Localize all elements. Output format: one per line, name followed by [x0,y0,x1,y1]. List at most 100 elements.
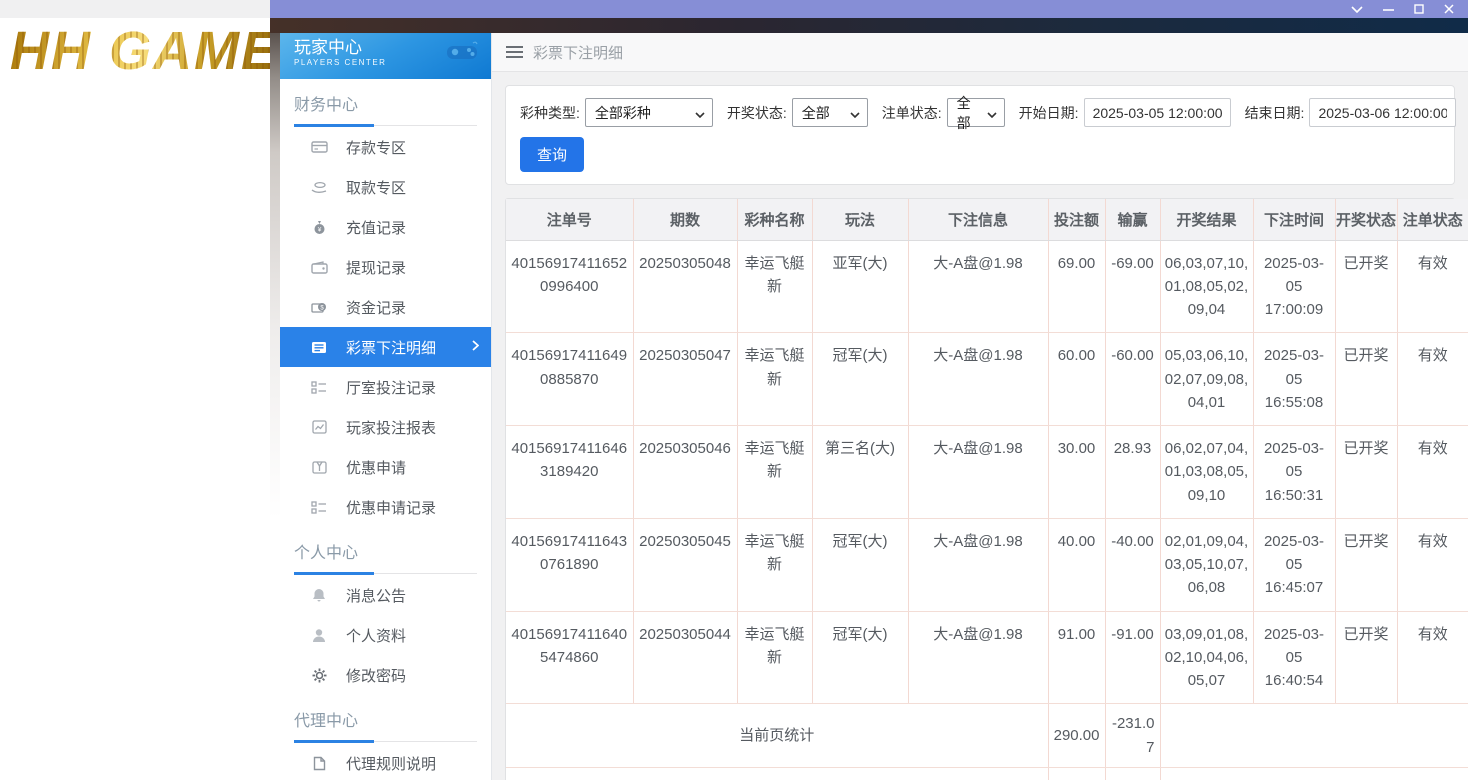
lottery-type-select[interactable]: 全部彩种 [585,98,713,127]
caret-down-icon [987,105,997,121]
sidebar-item-profile[interactable]: 个人资料 [280,615,491,655]
page-summary-row: 当前页统计 290.00 -231.07 [506,704,1468,768]
section-finance: 财务中心 [294,87,477,127]
top-banner-strip [270,18,1468,33]
sidebar-item-funds-records[interactable]: $ 资金记录 [280,287,491,327]
sidebar-item-announcements[interactable]: 消息公告 [280,575,491,615]
hh-game-logo: HH GAME [10,20,279,82]
cell-winloss: -40.00 [1105,518,1160,611]
cell-draw-status: 已开奖 [1335,426,1397,519]
query-button[interactable]: 查询 [520,137,584,172]
cell-order-id: 401569174116430761890 [506,518,633,611]
cell-bet-amount: 60.00 [1048,333,1105,426]
cell-bet-time: 2025-03-05 16:55:08 [1253,333,1335,426]
start-date-input[interactable] [1084,98,1231,127]
cell-lottery-name: 幸运飞艇新 [737,611,812,704]
chevron-down-icon[interactable] [1351,5,1363,13]
cell-lottery-name: 幸运飞艇新 [737,240,812,333]
sidebar-item-promo-apply[interactable]: 优惠申请 [280,447,491,487]
section-agent: 代理中心 [294,703,477,743]
section-title: 财务中心 [294,87,477,115]
cell-draw-status: 已开奖 [1335,240,1397,333]
cell-bet-amount: 40.00 [1048,518,1105,611]
user-icon [310,628,328,643]
table-row: 401569174116405474860 20250305044 幸运飞艇新 … [506,611,1468,704]
cell-bet-amount: 69.00 [1048,240,1105,333]
document-icon [310,756,328,771]
sidebar-header: 玩家中心 PLAYERS CENTER [280,33,491,79]
sidebar-item-withdraw[interactable]: 取款专区 [280,167,491,207]
sidebar-item-player-bet-report[interactable]: 玩家投注报表 [280,407,491,447]
page-summary-label: 当前页统计 [506,704,1048,768]
hall-records-icon [310,381,328,394]
cell-lottery-name: 幸运飞艇新 [737,518,812,611]
close-icon[interactable] [1444,4,1454,14]
filter-end-date: 结束日期: [1245,98,1457,127]
gear-icon [310,668,328,683]
cell-draw-status: 已开奖 [1335,333,1397,426]
maximize-icon[interactable] [1414,4,1424,14]
end-date-input[interactable] [1309,98,1456,127]
col-order-status: 注单状态 [1397,199,1468,240]
filter-label: 彩种类型: [520,103,580,123]
col-order-id: 注单号 [506,199,633,240]
col-bet-info: 下注信息 [908,199,1048,240]
sidebar-item-withdraw-records[interactable]: 提现记录 [280,247,491,287]
sidebar-item-change-password[interactable]: 修改密码 [280,655,491,695]
section-title: 代理中心 [294,703,477,731]
sidebar-item-agent-rules[interactable]: 代理规则说明 [280,743,491,780]
filter-order-status: 注单状态: 全部 [882,98,1005,127]
cell-order-id: 401569174116463189420 [506,426,633,519]
bets-table: 注单号 期数 彩种名称 玩法 下注信息 投注额 输赢 开奖结果 下注时间 开 [506,199,1468,780]
cell-bet-time: 2025-03-05 17:00:09 [1253,240,1335,333]
bet-list-icon [310,341,328,354]
table-row: 401569174116490885870 20250305047 幸运飞艇新 … [506,333,1468,426]
screen: HH GAME 玩家中心 PLAYERS CENTER [0,0,1468,780]
draw-status-select[interactable]: 全部 [792,98,868,127]
bell-icon [310,588,328,603]
cell-order-status: 有效 [1397,240,1468,333]
cell-winloss: -60.00 [1105,333,1160,426]
cell-winloss: -69.00 [1105,240,1160,333]
cell-order-id: 401569174116490885870 [506,333,633,426]
cell-draw-status: 已开奖 [1335,518,1397,611]
wallet-icon [310,261,328,274]
cell-bet-amount: 91.00 [1048,611,1105,704]
col-lottery-name: 彩种名称 [737,199,812,240]
cell-bet-info: 大-A盘@1.98 [908,426,1048,519]
col-period: 期数 [633,199,737,240]
moneybag-icon: ¥ [310,220,328,235]
col-play-type: 玩法 [812,199,908,240]
cell-period: 20250305047 [633,333,737,426]
sidebar-item-lottery-bet-details[interactable]: 彩票下注明细 [280,327,491,367]
sidebar-item-deposit[interactable]: 存款专区 [280,127,491,167]
section-personal: 个人中心 [294,535,477,575]
cell-winloss: 28.93 [1105,426,1160,519]
grand-summary-winloss-total: -231.07 [1105,767,1160,780]
order-status-select[interactable]: 全部 [947,98,1005,127]
cell-order-id: 401569174116520996400 [506,240,633,333]
funds-icon: $ [310,300,328,314]
coupon-icon [310,460,328,474]
cell-draw-result: 06,02,07,04,01,03,08,05,09,10 [1160,426,1253,519]
caret-down-icon [850,105,860,121]
sidebar-item-hall-bet-records[interactable]: 厅室投注记录 [280,367,491,407]
cell-period: 20250305044 [633,611,737,704]
filter-label: 开始日期: [1019,103,1079,123]
section-divider [294,572,477,575]
cell-order-status: 有效 [1397,611,1468,704]
col-winloss: 输赢 [1105,199,1160,240]
cell-bet-amount: 30.00 [1048,426,1105,519]
chevron-right-icon [472,338,479,356]
minimize-icon[interactable] [1383,5,1394,13]
cell-draw-status: 已开奖 [1335,611,1397,704]
cell-order-id: 401569174116405474860 [506,611,633,704]
table-row: 401569174116520996400 20250305048 幸运飞艇新 … [506,240,1468,333]
menu-toggle-icon[interactable] [506,46,523,58]
sidebar-item-promo-apply-records[interactable]: 优惠申请记录 [280,487,491,527]
filter-panel: 彩种类型: 全部彩种 开奖状态: 全部 [505,85,1455,185]
table-header-row: 注单号 期数 彩种名称 玩法 下注信息 投注额 输赢 开奖结果 下注时间 开 [506,199,1468,240]
sidebar-item-recharge-records[interactable]: ¥ 充值记录 [280,207,491,247]
grand-summary-label: 总统计 [506,767,1048,780]
cell-lottery-name: 幸运飞艇新 [737,333,812,426]
